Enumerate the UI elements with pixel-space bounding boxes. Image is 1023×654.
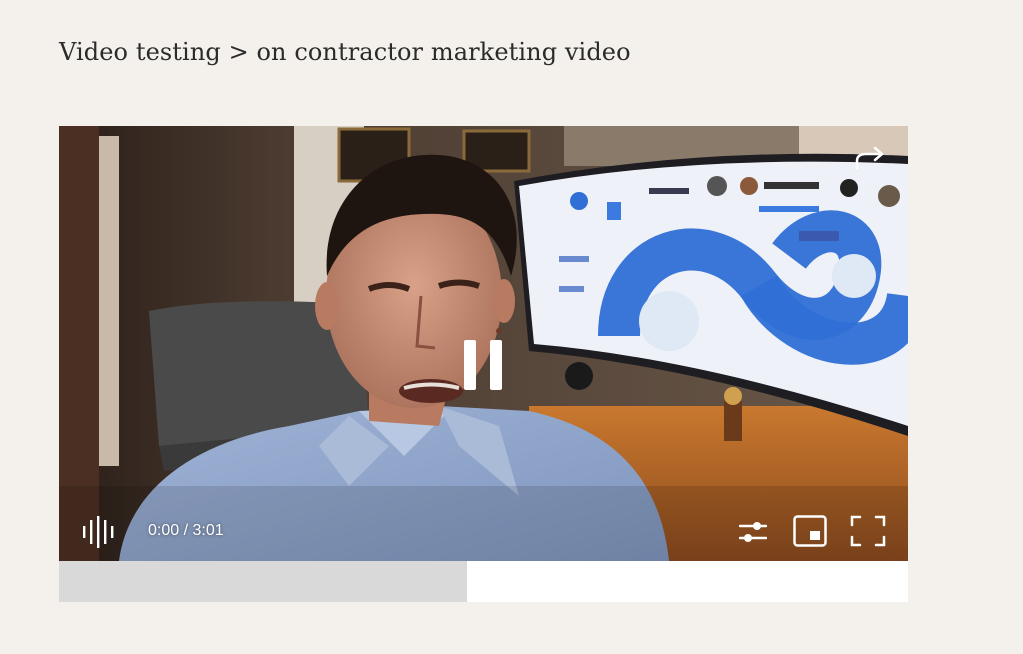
current-time: 0:00	[148, 522, 180, 539]
breadcrumb: Video testing > on contractor marketing …	[59, 38, 631, 66]
settings-sliders-icon[interactable]	[739, 518, 767, 546]
video-player[interactable]: 0:00 / 3:01	[59, 126, 908, 561]
fullscreen-icon[interactable]	[850, 515, 886, 547]
page-title: Video testing > on contractor marketing …	[59, 38, 631, 66]
duration: 3:01	[192, 522, 224, 539]
progress-bar[interactable]	[59, 561, 908, 602]
audio-waveform-icon[interactable]	[81, 516, 119, 548]
progress-fill	[59, 561, 467, 602]
pause-icon[interactable]	[464, 340, 504, 390]
playback-time: 0:00 / 3:01	[148, 522, 224, 540]
share-arrow-icon[interactable]	[854, 146, 888, 170]
picture-in-picture-icon[interactable]	[793, 515, 827, 547]
